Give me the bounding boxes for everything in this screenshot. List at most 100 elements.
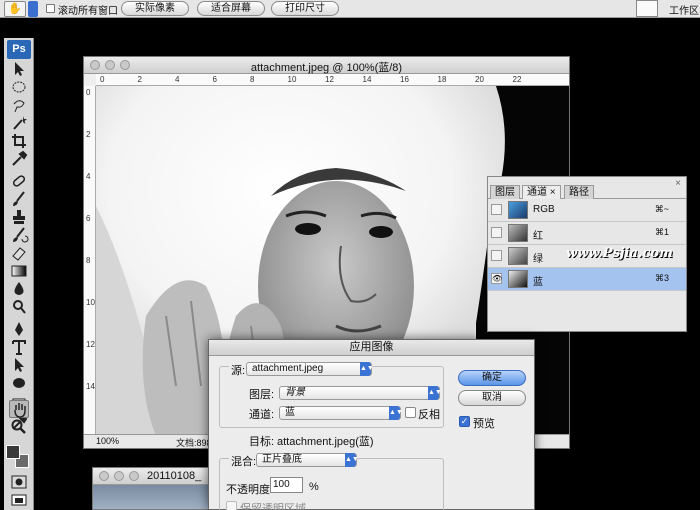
- magic-wand-tool-icon[interactable]: [9, 114, 29, 132]
- dodge-tool-icon[interactable]: [9, 298, 29, 316]
- horizontal-ruler[interactable]: 0 2 4 6 8 10 12 14 16 18 20 22: [96, 74, 569, 86]
- ruler-tick-label: 2: [86, 130, 91, 139]
- tool-preset-dropdown[interactable]: [28, 1, 38, 17]
- scroll-all-windows-checkbox[interactable]: [46, 4, 55, 13]
- path-selection-tool-icon[interactable]: [9, 356, 29, 374]
- type-tool-icon[interactable]: [9, 338, 29, 356]
- options-bar: ✋ 滚动所有窗口 实际像素 适合屏幕 打印尺寸 工作区: [0, 0, 700, 18]
- hand-tool-panel-icon[interactable]: [9, 400, 29, 418]
- channel-name: RGB: [533, 204, 555, 215]
- channel-label: 通道:: [249, 409, 275, 421]
- channel-name: 蓝: [533, 277, 543, 288]
- ok-button[interactable]: 确定: [458, 370, 526, 386]
- blend-select[interactable]: 正片叠底 ▲▼: [256, 453, 359, 467]
- print-size-button[interactable]: 打印尺寸: [271, 1, 339, 16]
- opacity-input[interactable]: 100: [270, 477, 303, 493]
- workspace-label[interactable]: 工作区: [669, 2, 699, 17]
- zoom-tool-icon[interactable]: [9, 418, 29, 436]
- blur-tool-icon[interactable]: [9, 280, 29, 298]
- minimize-window-icon[interactable]: [114, 471, 124, 481]
- channel-thumbnail: [508, 270, 528, 288]
- gradient-tool-icon[interactable]: [9, 262, 29, 280]
- opacity-label: 不透明度:: [226, 484, 274, 496]
- ruler-tick-label: 2: [137, 75, 142, 84]
- target-label: 目标:: [249, 436, 275, 448]
- ruler-tick-label: 12: [86, 340, 95, 349]
- layer-select[interactable]: 背景 ▲▼: [279, 386, 442, 400]
- screen-mode-icon[interactable]: [9, 491, 29, 509]
- vertical-ruler[interactable]: 0 2 4 6 8 10 12 14: [84, 86, 96, 434]
- ruler-tick-label: 18: [437, 75, 447, 84]
- foreground-color-swatch[interactable]: [6, 445, 20, 459]
- document-titlebar[interactable]: attachment.jpeg @ 100%(蓝/8): [84, 57, 569, 74]
- channel-row-blue[interactable]: 👁 蓝 ⌘3: [488, 268, 686, 291]
- pen-tool-icon[interactable]: [9, 320, 29, 338]
- actual-pixels-button[interactable]: 实际像素: [121, 1, 189, 16]
- hand-tool-icon[interactable]: ✋: [4, 1, 26, 17]
- channel-select[interactable]: 蓝 ▲▼: [279, 406, 403, 420]
- invert-checkbox[interactable]: [405, 407, 416, 418]
- blend-label: 混合:: [229, 453, 259, 469]
- preview-checkbox[interactable]: ✓: [459, 416, 470, 427]
- close-window-icon[interactable]: [99, 471, 109, 481]
- tab-layers[interactable]: 图层: [490, 185, 520, 199]
- visibility-toggle[interactable]: [491, 227, 502, 238]
- channel-shortcut: ⌘1: [654, 227, 669, 237]
- lasso-tool-icon[interactable]: [9, 96, 29, 114]
- move-tool-icon[interactable]: [9, 60, 29, 78]
- document-title: attachment.jpeg @ 100%(蓝/8): [250, 62, 403, 74]
- eraser-tool-icon[interactable]: [9, 244, 29, 262]
- ellipse-tool-icon[interactable]: [9, 374, 29, 392]
- source-select[interactable]: attachment.jpeg ▲▼: [246, 362, 374, 376]
- tab-close-icon[interactable]: ×: [550, 187, 556, 198]
- source-label: 源:: [229, 362, 248, 378]
- ruler-tick-label: 14: [362, 75, 372, 84]
- elliptical-marquee-tool-icon[interactable]: [9, 78, 29, 96]
- fit-screen-button[interactable]: 适合屏幕: [197, 1, 265, 16]
- crop-tool-icon[interactable]: [9, 132, 29, 150]
- zoom-window-icon[interactable]: [129, 471, 139, 481]
- workspace-icon[interactable]: [636, 0, 658, 17]
- channel-row-rgb[interactable]: RGB ⌘~: [488, 199, 686, 222]
- tab-channels[interactable]: 通道 ×: [522, 185, 561, 199]
- channel-thumbnail: [508, 247, 528, 265]
- invert-label[interactable]: 反相: [418, 406, 440, 422]
- clone-stamp-tool-icon[interactable]: [9, 208, 29, 226]
- preserve-transparency-checkbox[interactable]: [226, 501, 237, 510]
- ruler-tick-label: 4: [175, 75, 180, 84]
- visibility-toggle[interactable]: [491, 250, 502, 261]
- scroll-all-windows-label: 滚动所有窗口: [58, 6, 118, 17]
- brush-tool-icon[interactable]: [9, 190, 29, 208]
- preview-label[interactable]: 预览: [473, 415, 495, 431]
- ruler-tick-label: 10: [287, 75, 297, 84]
- watermark-text: www.Psjia.com: [566, 246, 673, 261]
- eyedropper-tool-icon[interactable]: [9, 150, 29, 168]
- zoom-level[interactable]: 100%: [96, 436, 119, 446]
- channel-thumbnail: [508, 201, 528, 219]
- ruler-tick-label: 22: [512, 75, 522, 84]
- ruler-tick-label: 12: [325, 75, 334, 84]
- channel-name: 红: [533, 231, 543, 242]
- photoshop-logo: Ps: [7, 40, 31, 59]
- channel-shortcut: ⌘~: [654, 204, 669, 214]
- healing-brush-tool-icon[interactable]: [9, 172, 29, 190]
- channel-thumbnail: [508, 224, 528, 242]
- history-brush-tool-icon[interactable]: [9, 226, 29, 244]
- ruler-tick-label: 0: [100, 75, 105, 84]
- blend-value: 正片叠底: [262, 454, 302, 465]
- chevron-updown-icon: ▲▼: [428, 386, 442, 400]
- ruler-tick-label: 16: [400, 75, 409, 84]
- ruler-tick-label: 20: [475, 75, 484, 84]
- tab-paths[interactable]: 路径: [564, 185, 594, 199]
- visibility-toggle[interactable]: [491, 204, 502, 215]
- ruler-tick-label: 10: [86, 298, 95, 307]
- preserve-transparency-label[interactable]: 保留透明区域: [240, 500, 306, 510]
- dialog-title[interactable]: 应用图像: [209, 340, 534, 356]
- layer-value: 背景: [285, 387, 305, 398]
- quick-mask-icon[interactable]: [9, 473, 29, 491]
- eye-icon[interactable]: 👁: [491, 273, 502, 284]
- cancel-button[interactable]: 取消: [458, 390, 526, 406]
- ruler-tick-label: 8: [86, 256, 91, 265]
- channel-row-red[interactable]: 红 ⌘1: [488, 222, 686, 245]
- second-document-title: 20110108_: [147, 470, 202, 482]
